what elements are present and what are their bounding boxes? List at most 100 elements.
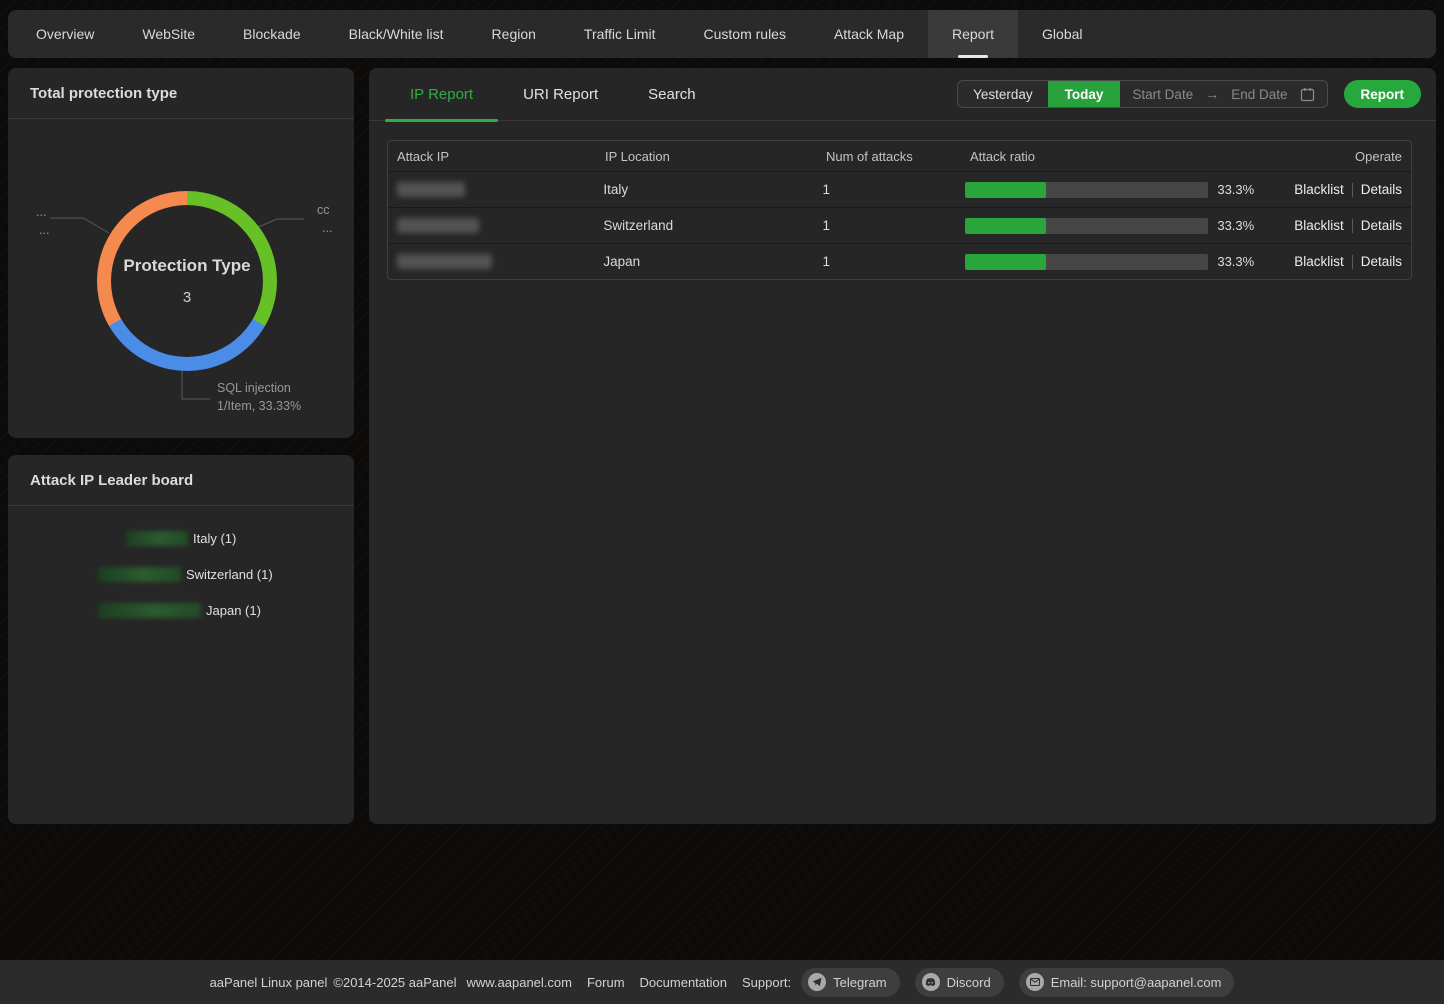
start-date-placeholder[interactable]: Start Date xyxy=(1132,87,1193,102)
blacklist-link[interactable]: Blacklist xyxy=(1294,218,1344,233)
donut-center-title: Protection Type xyxy=(123,256,250,276)
footer-brand: aaPanel Linux panel xyxy=(210,975,328,990)
table-row: Switzerland 1 33.3% Blacklist Details xyxy=(388,207,1411,243)
email-button[interactable]: Email: support@aapanel.com xyxy=(1019,968,1235,997)
arrow-right-icon: → xyxy=(1205,86,1219,102)
attack-ip-leaderboard-panel: Attack IP Leader board Italy (1) Switzer… xyxy=(8,455,354,824)
leaderboard-label: Japan (1) xyxy=(206,603,261,618)
nav-report[interactable]: Report xyxy=(928,10,1018,58)
footer-site-link[interactable]: www.aapanel.com xyxy=(466,975,572,990)
details-link[interactable]: Details xyxy=(1361,182,1402,197)
attack-ratio-bar xyxy=(965,218,1208,234)
table-row: Italy 1 33.3% Blacklist Details xyxy=(388,171,1411,207)
nav-custom-rules[interactable]: Custom rules xyxy=(680,10,810,58)
total-protection-type-panel: Total protection type Protection Type 3 … xyxy=(8,68,354,438)
ip-location-cell: Italy xyxy=(603,182,822,197)
leaderboard-row: Switzerland (1) xyxy=(8,566,273,582)
date-range-picker[interactable]: Start Date → End Date xyxy=(1120,81,1326,107)
footer-copyright: ©2014-2025 aaPanel xyxy=(333,975,456,990)
donut-label-cc-value: ... xyxy=(322,221,332,235)
attack-ratio-fill xyxy=(965,218,1046,234)
nav-region[interactable]: Region xyxy=(468,10,560,58)
email-icon xyxy=(1026,973,1044,991)
discord-button[interactable]: Discord xyxy=(915,968,1004,997)
footer-documentation-link[interactable]: Documentation xyxy=(640,975,727,990)
num-attacks-cell: 1 xyxy=(823,254,966,269)
generate-report-button[interactable]: Report xyxy=(1344,80,1422,108)
attack-ratio-bar xyxy=(965,254,1208,270)
blacklist-link[interactable]: Blacklist xyxy=(1294,182,1344,197)
report-panel-header: IP Report URI Report Search Yesterday To… xyxy=(369,68,1436,121)
top-navigation: Overview WebSite Blockade Black/White li… xyxy=(8,10,1436,58)
attack-ip-redacted xyxy=(397,218,479,233)
telegram-button[interactable]: Telegram xyxy=(801,968,899,997)
table-row: Japan 1 33.3% Blacklist Details xyxy=(388,243,1411,279)
attack-ratio-percent: 33.3% xyxy=(1217,182,1254,197)
leaderboard-row: Japan (1) xyxy=(8,602,261,618)
nav-attack-map[interactable]: Attack Map xyxy=(810,10,928,58)
num-attacks-cell: 1 xyxy=(823,218,966,233)
tab-search[interactable]: Search xyxy=(623,68,721,121)
details-link[interactable]: Details xyxy=(1361,218,1402,233)
donut-label-sql-name: SQL injection xyxy=(217,381,291,395)
ip-location-cell: Switzerland xyxy=(603,218,822,233)
discord-icon xyxy=(922,973,940,991)
nav-black-white-list[interactable]: Black/White list xyxy=(325,10,468,58)
details-link[interactable]: Details xyxy=(1361,254,1402,269)
end-date-placeholder[interactable]: End Date xyxy=(1231,87,1287,102)
yesterday-button[interactable]: Yesterday xyxy=(958,81,1048,107)
telegram-icon xyxy=(808,973,826,991)
tab-uri-report[interactable]: URI Report xyxy=(498,68,623,121)
donut-center: Protection Type 3 xyxy=(111,205,263,357)
attack-ratio-percent: 33.3% xyxy=(1217,218,1254,233)
action-divider xyxy=(1352,219,1353,233)
nav-global[interactable]: Global xyxy=(1018,10,1106,58)
num-attacks-cell: 1 xyxy=(823,182,966,197)
leaderboard-bar-redacted-ip xyxy=(98,567,181,582)
leaderboard-bar-redacted-ip xyxy=(126,531,188,546)
report-panel: IP Report URI Report Search Yesterday To… xyxy=(369,68,1436,824)
blacklist-link[interactable]: Blacklist xyxy=(1294,254,1344,269)
leaderboard-row: Italy (1) xyxy=(8,530,236,546)
header-operate: Operate xyxy=(1253,149,1411,164)
nav-overview[interactable]: Overview xyxy=(12,10,118,58)
attack-report-table: Attack IP IP Location Num of attacks Att… xyxy=(387,140,1412,280)
donut-label-cc-name: cc xyxy=(317,203,330,217)
action-divider xyxy=(1352,255,1353,269)
calendar-icon[interactable] xyxy=(1300,87,1315,102)
header-attack-ip: Attack IP xyxy=(388,149,605,164)
nav-website[interactable]: WebSite xyxy=(118,10,219,58)
footer-support-label: Support: xyxy=(742,975,791,990)
tab-ip-report[interactable]: IP Report xyxy=(385,68,498,121)
protection-panel-title: Total protection type xyxy=(8,68,354,119)
header-attack-ratio: Attack ratio xyxy=(970,149,1253,164)
header-num-of-attacks: Num of attacks xyxy=(826,149,970,164)
action-divider xyxy=(1352,183,1353,197)
footer-forum-link[interactable]: Forum xyxy=(587,975,625,990)
footer: aaPanel Linux panel ©2014-2025 aaPanel w… xyxy=(0,960,1444,1004)
nav-blockade[interactable]: Blockade xyxy=(219,10,325,58)
attack-ratio-fill xyxy=(965,182,1046,198)
donut-ring: Protection Type 3 xyxy=(97,191,277,371)
leaderboard-bar-redacted-ip xyxy=(98,603,201,618)
leaderboard-label: Italy (1) xyxy=(193,531,236,546)
donut-label-sql-value: 1/Item, 33.33% xyxy=(217,399,301,413)
today-button[interactable]: Today xyxy=(1048,81,1121,107)
leaderboard-bar-chart: Italy (1) Switzerland (1) Japan (1) xyxy=(8,506,354,823)
attack-ip-redacted xyxy=(397,182,465,197)
donut-center-value: 3 xyxy=(183,289,191,306)
date-range-control: Yesterday Today Start Date → End Date xyxy=(957,80,1327,108)
attack-ratio-percent: 33.3% xyxy=(1217,254,1254,269)
attack-ip-redacted xyxy=(397,254,492,269)
protection-donut-chart: Protection Type 3 ... ... cc ... SQL inj… xyxy=(8,119,354,437)
donut-label-left-value: ... xyxy=(39,223,49,237)
nav-traffic-limit[interactable]: Traffic Limit xyxy=(560,10,680,58)
attack-ratio-bar xyxy=(965,182,1208,198)
leaderboard-label: Switzerland (1) xyxy=(186,567,273,582)
table-header-row: Attack IP IP Location Num of attacks Att… xyxy=(388,141,1411,171)
header-ip-location: IP Location xyxy=(605,149,826,164)
leaderboard-panel-title: Attack IP Leader board xyxy=(8,455,354,506)
attack-ratio-fill xyxy=(965,254,1046,270)
donut-label-left-name: ... xyxy=(36,205,46,219)
ip-location-cell: Japan xyxy=(603,254,822,269)
